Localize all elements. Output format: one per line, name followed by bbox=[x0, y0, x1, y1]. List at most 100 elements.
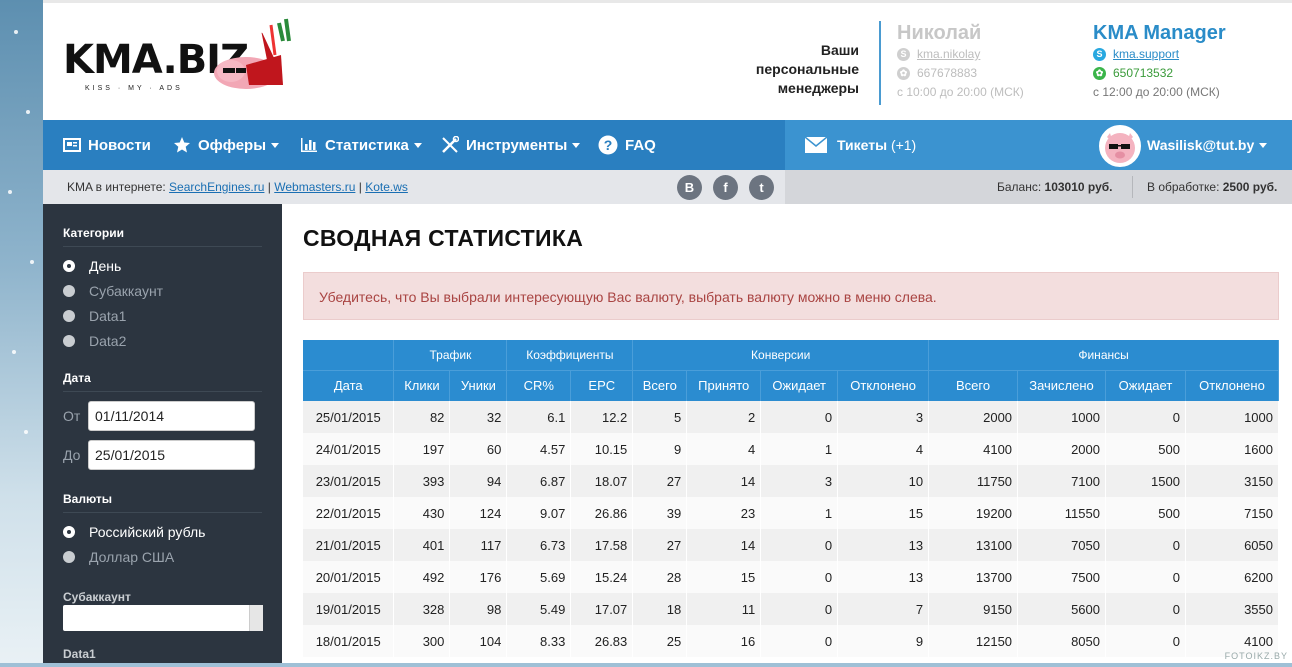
radio-dot bbox=[63, 335, 75, 347]
date-cell: 23/01/2015 bbox=[303, 465, 395, 497]
snowflake bbox=[8, 190, 12, 194]
table-cell: 197 bbox=[393, 433, 451, 465]
table-cell: 393 bbox=[393, 465, 451, 497]
table-cell: 328 bbox=[393, 593, 451, 625]
link-kote[interactable]: Kote.ws bbox=[365, 180, 408, 194]
table-cell: 9.07 bbox=[506, 497, 572, 529]
manager-1-skype-link[interactable]: kma.nikolay bbox=[917, 45, 980, 64]
column-header[interactable]: Отклонено bbox=[837, 370, 930, 401]
table-cell: 1 bbox=[760, 433, 839, 465]
table-cell: 27 bbox=[632, 465, 688, 497]
column-header[interactable]: Уники bbox=[449, 370, 508, 401]
table-cell: 0 bbox=[1105, 529, 1186, 561]
table-cell: 17.58 bbox=[570, 529, 634, 561]
table-cell: 94 bbox=[449, 465, 508, 497]
table-cell: 8050 bbox=[1017, 625, 1106, 657]
processing: В обработке: 2500 руб. bbox=[1147, 180, 1277, 194]
subaccount-select[interactable] bbox=[63, 605, 263, 631]
snowflake bbox=[30, 260, 34, 264]
date-cell: 18/01/2015 bbox=[303, 625, 395, 657]
skype-icon: S bbox=[1093, 48, 1106, 61]
kma-links-prefix: KMA в интернете: bbox=[67, 180, 166, 194]
manager-1-hours: с 10:00 до 20:00 (МСК) bbox=[897, 85, 1024, 99]
nav-stats-label: Статистика bbox=[325, 136, 409, 154]
nav-stats[interactable]: Статистика bbox=[300, 120, 422, 170]
table-row: 20/01/2015 492 176 5.69 15.24 28 15 0 13 13700 750… bbox=[303, 561, 1280, 593]
link-searchengines[interactable]: SearchEngines.ru bbox=[169, 180, 264, 194]
table-cell: 25 bbox=[632, 625, 688, 657]
icq-flower-icon: ✿ bbox=[1093, 67, 1106, 80]
link-webmasters[interactable]: Webmasters.ru bbox=[274, 180, 355, 194]
balance-value: 103010 руб. bbox=[1044, 180, 1113, 194]
nav-offers[interactable]: Офферы bbox=[173, 120, 280, 170]
table-cell: 0 bbox=[760, 561, 839, 593]
stats-table-body: 25/01/2015 82 32 6.1 12.2 5 2 0 3 2000 1000 0 1000 24… bbox=[303, 401, 1280, 657]
nav-news[interactable]: Новости bbox=[63, 120, 151, 170]
table-cell: 9 bbox=[837, 625, 930, 657]
table-cell: 18 bbox=[632, 593, 688, 625]
column-header[interactable]: Клики bbox=[393, 370, 451, 401]
manager-1-icq: 667678883 bbox=[917, 66, 978, 80]
table-cell: 26.83 bbox=[570, 625, 634, 657]
table-cell: 3 bbox=[837, 401, 930, 433]
column-header[interactable]: Дата bbox=[303, 370, 395, 401]
logo[interactable]: KMA.BIZ KISS · MY · ADS bbox=[61, 18, 301, 113]
radio-dot bbox=[63, 285, 75, 297]
column-header[interactable]: Ожидает bbox=[760, 370, 839, 401]
currency-rub-label: Российский рубль bbox=[89, 524, 206, 540]
nav-faq[interactable]: ? FAQ bbox=[598, 120, 656, 170]
category-data1-radio[interactable]: Data1 bbox=[63, 308, 126, 324]
table-cell: 1 bbox=[760, 497, 839, 529]
avatar[interactable] bbox=[1099, 125, 1141, 167]
table-cell: 15 bbox=[837, 497, 930, 529]
nav-tickets[interactable]: Тикеты (+1) bbox=[804, 120, 916, 170]
table-cell: 3550 bbox=[1185, 593, 1280, 625]
column-header[interactable]: Отклонено bbox=[1185, 370, 1280, 401]
column-header[interactable]: Всего bbox=[632, 370, 688, 401]
column-header[interactable]: EPC bbox=[570, 370, 634, 401]
category-data2-label: Data2 bbox=[89, 333, 127, 349]
table-cell: 3 bbox=[760, 465, 839, 497]
table-cell: 10.15 bbox=[570, 433, 634, 465]
currency-usd-radio[interactable]: Доллар США bbox=[63, 549, 174, 565]
date-to-input[interactable] bbox=[88, 440, 255, 470]
table-cell: 5600 bbox=[1017, 593, 1106, 625]
manager-2-icq: 650713532 bbox=[1113, 66, 1174, 80]
twitter-icon[interactable]: t bbox=[749, 175, 774, 200]
date-from-input[interactable] bbox=[88, 401, 255, 431]
table-cell: 15.24 bbox=[570, 561, 634, 593]
column-header[interactable]: Ожидает bbox=[1105, 370, 1186, 401]
table-cell: 5 bbox=[632, 401, 688, 433]
table-cell: 7050 bbox=[1017, 529, 1106, 561]
manager-card-2: KMA Manager Skma.support ✿ 650713532 с 12… bbox=[1093, 21, 1226, 102]
column-header[interactable]: Принято bbox=[686, 370, 762, 401]
chevron-down-icon bbox=[413, 142, 422, 148]
table-cell: 6200 bbox=[1185, 561, 1280, 593]
date-title: Дата bbox=[63, 371, 262, 392]
table-cell: 6.73 bbox=[506, 529, 572, 561]
snowflake bbox=[24, 430, 28, 434]
radio-dot bbox=[63, 260, 75, 272]
nav-tools[interactable]: Инструменты bbox=[441, 120, 581, 170]
manager-2-skype-link[interactable]: kma.support bbox=[1113, 45, 1179, 64]
column-header[interactable]: Зачислено bbox=[1017, 370, 1106, 401]
radio-dot bbox=[63, 526, 75, 538]
table-cell: 60 bbox=[449, 433, 508, 465]
chevron-down-icon bbox=[572, 142, 581, 148]
group-header-traffic: Трафик bbox=[393, 340, 508, 371]
category-data2-radio[interactable]: Data2 bbox=[63, 333, 126, 349]
table-cell: 3150 bbox=[1185, 465, 1280, 497]
currency-rub-radio[interactable]: Российский рубль bbox=[63, 524, 205, 540]
table-cell: 15 bbox=[686, 561, 762, 593]
column-header[interactable]: CR% bbox=[506, 370, 572, 401]
category-subaccount-radio[interactable]: Субаккаунт bbox=[63, 283, 163, 299]
vk-icon[interactable]: В bbox=[677, 175, 702, 200]
date-cell: 25/01/2015 bbox=[303, 401, 395, 433]
table-cell: 104 bbox=[449, 625, 508, 657]
balance-label: Баланс: bbox=[997, 180, 1042, 194]
category-day-radio[interactable]: День bbox=[63, 258, 121, 274]
facebook-icon[interactable]: f bbox=[713, 175, 738, 200]
column-header[interactable]: Всего bbox=[928, 370, 1019, 401]
user-menu[interactable]: Wasilisk@tut.by bbox=[1147, 120, 1268, 170]
table-cell: 13100 bbox=[928, 529, 1019, 561]
